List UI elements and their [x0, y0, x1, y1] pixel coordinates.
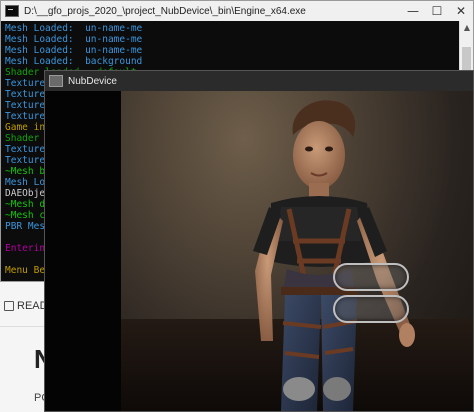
console-line: Mesh Loaded: un-name-me [5, 45, 143, 56]
close-button[interactable]: ✕ [449, 1, 473, 21]
nubdevice-client-area[interactable] [45, 91, 473, 411]
unrendered-area [45, 91, 121, 411]
character-model [253, 100, 415, 411]
nubdevice-titlebar[interactable]: NubDevice [45, 71, 473, 91]
readme-label: READ [17, 300, 48, 312]
console-title: D:\__gfo_projs_2020_\project_NubDevice\_… [24, 5, 306, 17]
nubdevice-window[interactable]: NubDevice [44, 70, 474, 412]
book-icon [4, 301, 14, 311]
scroll-up-button[interactable]: ▲ [460, 21, 474, 35]
nubdevice-app-icon[interactable] [49, 75, 63, 87]
3d-viewport[interactable] [121, 91, 473, 411]
minimize-button[interactable]: — [401, 1, 425, 21]
console-app-icon[interactable] [5, 5, 19, 17]
console-line: Mesh Loaded: background [5, 56, 143, 67]
menu-pill-button-2[interactable] [333, 295, 409, 323]
readme-tab[interactable]: READ [4, 300, 48, 312]
maximize-button[interactable]: ☐ [425, 1, 449, 21]
console-line: Mesh Loaded: un-name-me [5, 23, 143, 34]
menu-pill-button-1[interactable] [333, 263, 409, 291]
console-line: Mesh Loaded: un-name-me [5, 34, 143, 45]
desktop: READ N PO D:\__gfo_projs_2020_\project_N… [0, 0, 474, 412]
nubdevice-title: NubDevice [68, 75, 117, 87]
console-titlebar[interactable]: D:\__gfo_projs_2020_\project_NubDevice\_… [1, 1, 473, 21]
